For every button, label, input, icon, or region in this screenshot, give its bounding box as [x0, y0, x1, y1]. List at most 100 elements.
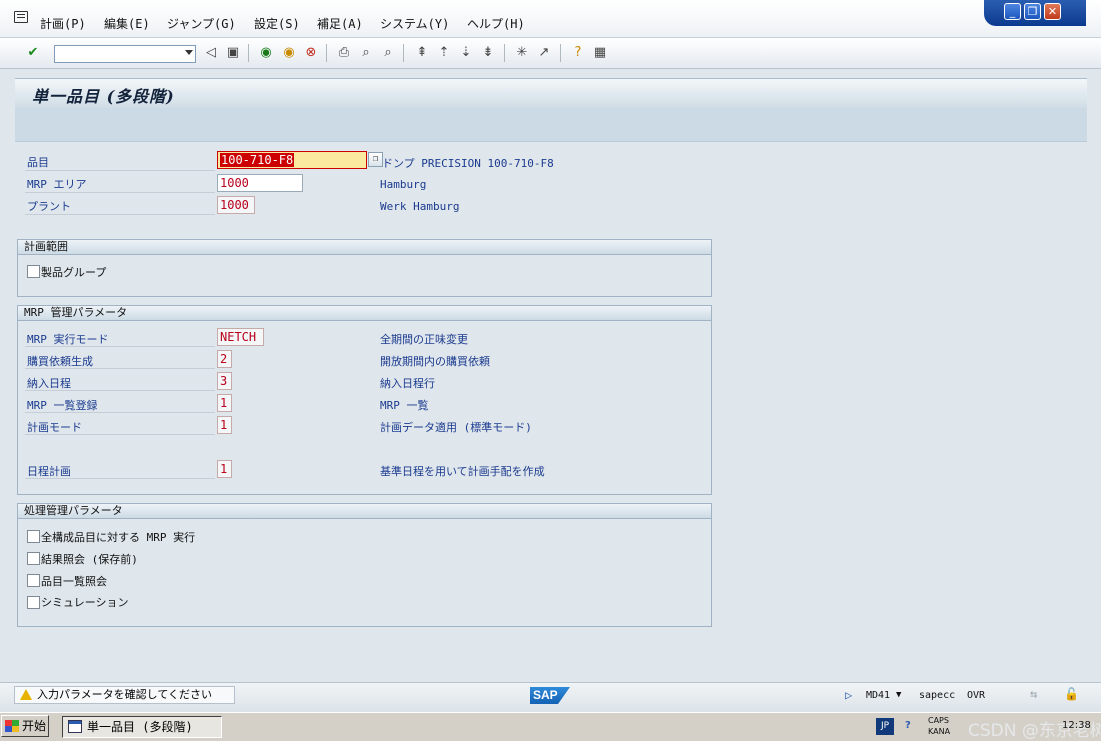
status-bar: 入力パラメータを確認してください SAP ▷ MD41 ▼ sapecc OVR…: [0, 682, 1101, 712]
mrp-list-label: MRP 一覧登録: [27, 399, 98, 412]
network-icon: ⇆: [1030, 687, 1038, 701]
cancel-icon[interactable]: ⊗: [302, 44, 320, 62]
start-button[interactable]: 开始: [1, 715, 49, 737]
toolbar-separator: [560, 44, 561, 62]
plant-description: Werk Hamburg: [380, 200, 460, 213]
label-underline: [25, 434, 215, 435]
product-group-label: 製品グループ: [41, 266, 107, 279]
label-underline: [25, 368, 215, 369]
enter-icon[interactable]: ✔: [24, 44, 42, 62]
planning-mode-description: 計画データ適用 (標準モード): [380, 421, 532, 434]
toolbar-separator: [504, 44, 505, 62]
planning-mode-field[interactable]: 1: [217, 416, 232, 434]
shortcut-icon[interactable]: ↗: [535, 44, 553, 62]
system-menu-icon[interactable]: [14, 11, 28, 23]
label-underline: [25, 214, 215, 215]
menu-goto[interactable]: ジャンプ(G): [167, 15, 236, 32]
menu-plan[interactable]: 計画(P): [40, 15, 86, 32]
menu-help[interactable]: ヘルプ(H): [467, 15, 525, 32]
application-toolbar: [15, 108, 1087, 142]
menu-extras[interactable]: 補足(A): [317, 15, 363, 32]
processing-key-field[interactable]: NETCH: [217, 328, 264, 346]
previous-page-icon[interactable]: ⇡: [435, 44, 453, 62]
label-underline: [25, 170, 215, 171]
menu-settings[interactable]: 設定(S): [254, 15, 300, 32]
processing-key-description: 全期間の正味変更: [380, 333, 468, 346]
chevron-down-icon[interactable]: ▼: [896, 690, 901, 700]
close-button[interactable]: ✕: [1044, 3, 1061, 20]
processing-key-label: MRP 実行モード: [27, 333, 109, 346]
toolbar-separator: [248, 44, 249, 62]
taskbar: 开始 単一品目 (多段階) JP ? CAPS KANA CSDN @东京老树根…: [0, 712, 1101, 741]
exit-icon[interactable]: ◉: [280, 44, 298, 62]
back-icon[interactable]: ◉: [257, 44, 275, 62]
scheduling-field[interactable]: 1: [217, 460, 232, 478]
label-underline: [25, 412, 215, 413]
planning-scope-group: 計画範囲: [17, 239, 712, 297]
language-indicator[interactable]: JP: [876, 718, 894, 735]
window-controls: _ ❐ ✕: [984, 0, 1086, 26]
back-arrow-icon[interactable]: ◁: [202, 44, 220, 62]
new-session-icon[interactable]: ✳: [513, 44, 531, 62]
material-field[interactable]: 100-710-F8: [217, 151, 367, 169]
save-icon[interactable]: ▣: [224, 44, 242, 62]
planning-scope-title: 計画範囲: [18, 240, 711, 255]
label-underline: [25, 346, 215, 347]
toolbar-separator: [326, 44, 327, 62]
copy-icon[interactable]: ❐: [368, 152, 383, 167]
material-label: 品目: [27, 156, 49, 169]
command-field[interactable]: [54, 45, 196, 63]
help-icon[interactable]: ?: [905, 720, 911, 731]
status-message-text: 入力パラメータを確認してください: [37, 688, 213, 701]
print-icon[interactable]: ⎙: [335, 44, 353, 62]
warning-icon: [20, 689, 32, 700]
process-control-title: 処理管理パラメータ: [18, 504, 711, 519]
taskbar-window-item[interactable]: 単一品目 (多段階): [62, 716, 222, 738]
mrp-area-field[interactable]: 1000: [217, 174, 303, 192]
display-results-label: 結果照会 (保存前): [41, 553, 138, 566]
purchase-req-field[interactable]: 2: [217, 350, 232, 368]
kana-indicator: KANA: [928, 727, 951, 736]
first-page-icon[interactable]: ⇞: [413, 44, 431, 62]
schedule-lines-description: 納入日程行: [380, 377, 435, 390]
window-icon: [68, 720, 82, 733]
play-icon[interactable]: ▷: [845, 688, 852, 702]
find-next-icon[interactable]: ⌕: [379, 44, 397, 62]
lock-icon[interactable]: 🔓: [1064, 687, 1079, 701]
minimize-button[interactable]: _: [1004, 3, 1021, 20]
plant-label: プラント: [27, 200, 71, 213]
menu-edit[interactable]: 編集(E): [104, 15, 150, 32]
layout-menu-icon[interactable]: ▦: [591, 44, 609, 62]
all-components-label: 全構成品目に対する MRP 実行: [41, 531, 196, 544]
simulation-checkbox[interactable]: [27, 596, 40, 609]
caps-indicator: CAPS: [928, 716, 949, 725]
windows-logo-icon: [5, 720, 19, 732]
find-icon[interactable]: ⌕: [357, 44, 375, 62]
server-name: sapecc: [919, 690, 956, 701]
plant-field[interactable]: 1000: [217, 196, 255, 214]
next-page-icon[interactable]: ⇣: [457, 44, 475, 62]
help-icon[interactable]: ?: [569, 44, 587, 62]
label-underline: [25, 478, 215, 479]
chevron-down-icon[interactable]: [185, 50, 193, 55]
schedule-lines-field[interactable]: 3: [217, 372, 232, 390]
material-list-checkbox[interactable]: [27, 574, 40, 587]
purchase-req-label: 購買依頼生成: [27, 355, 93, 368]
display-results-checkbox[interactable]: [27, 552, 40, 565]
status-message[interactable]: 入力パラメータを確認してください: [14, 686, 235, 704]
last-page-icon[interactable]: ⇟: [479, 44, 497, 62]
sap-logo: SAP: [530, 687, 570, 704]
product-group-checkbox[interactable]: [27, 265, 40, 278]
restore-button[interactable]: ❐: [1024, 3, 1041, 20]
toolbar-separator: [403, 44, 404, 62]
purchase-req-description: 開放期間内の購買依頼: [380, 355, 490, 368]
all-components-checkbox[interactable]: [27, 530, 40, 543]
material-description: ドンプ PRECISION 100-710-F8: [382, 157, 554, 170]
simulation-label: シミュレーション: [41, 596, 129, 609]
mrp-list-field[interactable]: 1: [217, 394, 232, 412]
mrp-control-title: MRP 管理パラメータ: [18, 306, 711, 321]
mrp-list-description: MRP 一覧: [380, 399, 429, 412]
insert-mode: OVR: [967, 690, 986, 701]
menu-system[interactable]: システム(Y): [380, 15, 449, 32]
title-bar: 単一品目 (多段階): [15, 78, 1087, 108]
